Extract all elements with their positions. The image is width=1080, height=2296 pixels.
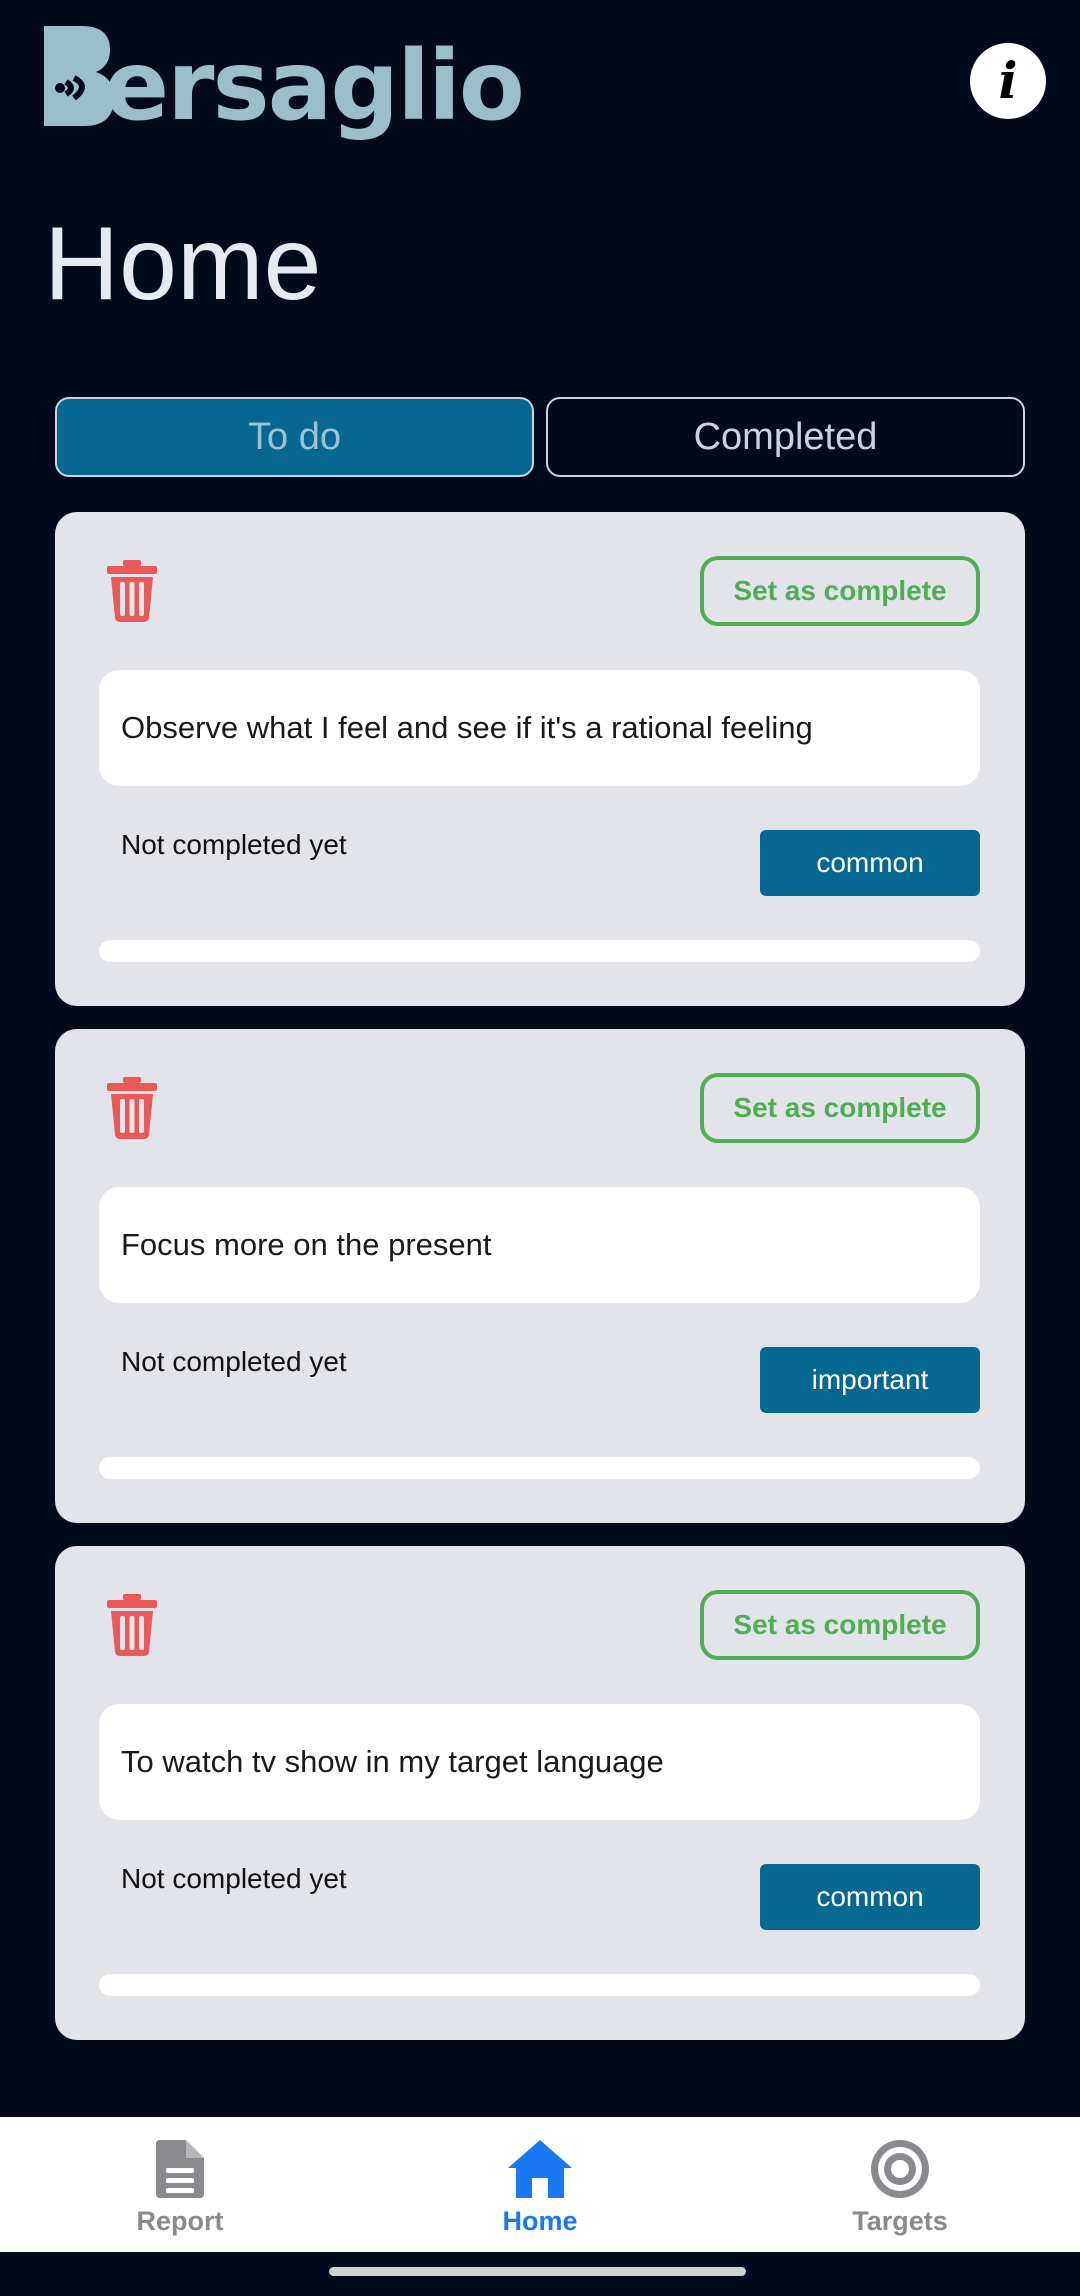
task-progress-bar: [99, 1457, 980, 1479]
info-icon: i: [998, 51, 1018, 110]
set-complete-button[interactable]: Set as complete: [700, 1073, 980, 1143]
nav-item-home[interactable]: Home: [440, 2117, 640, 2252]
task-text[interactable]: Observe what I feel and see if it's a ra…: [99, 670, 980, 786]
nav-item-targets[interactable]: Targets: [800, 2117, 1000, 2252]
nav-label-home: Home: [502, 2206, 578, 2236]
logo-wordmark: ersaglio: [104, 30, 525, 142]
task-progress-bar: [99, 1974, 980, 1996]
info-button[interactable]: i: [970, 43, 1046, 119]
bottom-nav: Report Home Targets: [0, 2117, 1080, 2252]
task-card: Set as complete To watch tv show in my t…: [55, 1546, 1025, 2040]
app-logo: ersaglio: [44, 18, 525, 143]
task-card: Set as complete Focus more on the presen…: [55, 1029, 1025, 1523]
task-text[interactable]: Focus more on the present: [99, 1187, 980, 1303]
task-status: Not completed yet: [121, 1346, 347, 1377]
nav-label-targets: Targets: [852, 2206, 948, 2236]
priority-badge[interactable]: common: [760, 830, 980, 896]
task-card: Set as complete Observe what I feel and …: [55, 512, 1025, 1006]
trash-icon[interactable]: [105, 1594, 159, 1656]
home-icon: [508, 2140, 572, 2198]
home-indicator[interactable]: [329, 2267, 746, 2276]
trash-icon[interactable]: [105, 560, 159, 622]
nav-label-report: Report: [136, 2206, 224, 2236]
target-icon: [871, 2140, 929, 2198]
task-status: Not completed yet: [121, 1863, 347, 1894]
set-complete-button[interactable]: Set as complete: [700, 1590, 980, 1660]
task-status: Not completed yet: [121, 829, 347, 860]
document-icon: [156, 2140, 204, 2198]
priority-badge[interactable]: common: [760, 1864, 980, 1930]
nav-item-report[interactable]: Report: [80, 2117, 280, 2252]
set-complete-button[interactable]: Set as complete: [700, 556, 980, 626]
trash-icon[interactable]: [105, 1077, 159, 1139]
page-title: Home: [44, 206, 322, 322]
tab-bar: To do Completed: [55, 397, 1025, 477]
priority-badge[interactable]: important: [760, 1347, 980, 1413]
task-progress-bar: [99, 940, 980, 962]
tab-todo[interactable]: To do: [55, 397, 534, 477]
task-text[interactable]: To watch tv show in my target language: [99, 1704, 980, 1820]
tab-completed[interactable]: Completed: [546, 397, 1025, 477]
